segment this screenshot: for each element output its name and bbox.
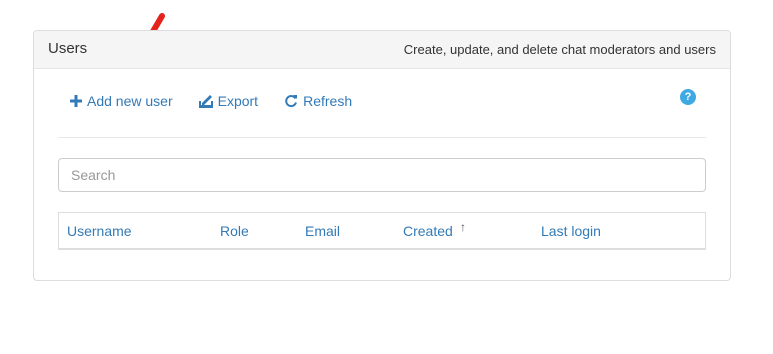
column-header-role[interactable]: Role <box>220 223 249 239</box>
column-header-last-login[interactable]: Last login <box>541 223 601 239</box>
users-table-header: Username Role Email Created ↑ Last login <box>58 212 706 250</box>
refresh-label: Refresh <box>303 93 353 109</box>
add-new-user-button[interactable]: Add new user <box>70 93 173 109</box>
refresh-icon <box>285 95 298 107</box>
export-icon <box>198 95 213 108</box>
panel-description: Create, update, and delete chat moderato… <box>403 42 716 57</box>
refresh-button[interactable]: Refresh <box>284 93 352 109</box>
column-header-username[interactable]: Username <box>67 223 132 239</box>
search-input[interactable] <box>58 158 706 192</box>
plus-icon <box>70 95 82 107</box>
column-header-email[interactable]: Email <box>305 223 340 239</box>
divider <box>58 137 706 138</box>
panel-heading: Users Create, update, and delete chat mo… <box>34 31 730 69</box>
column-header-created[interactable]: Created <box>403 223 453 239</box>
question-circle-icon[interactable]: ? <box>680 89 696 105</box>
export-label: Export <box>217 93 259 109</box>
panel-title: Users <box>48 40 88 57</box>
toolbar: Add new user Export Refresh <box>70 91 378 111</box>
export-button[interactable]: Export <box>198 93 259 109</box>
add-new-user-label: Add new user <box>87 93 173 109</box>
users-panel: Users Create, update, and delete chat mo… <box>33 30 731 281</box>
sort-ascending-icon: ↑ <box>460 220 466 234</box>
